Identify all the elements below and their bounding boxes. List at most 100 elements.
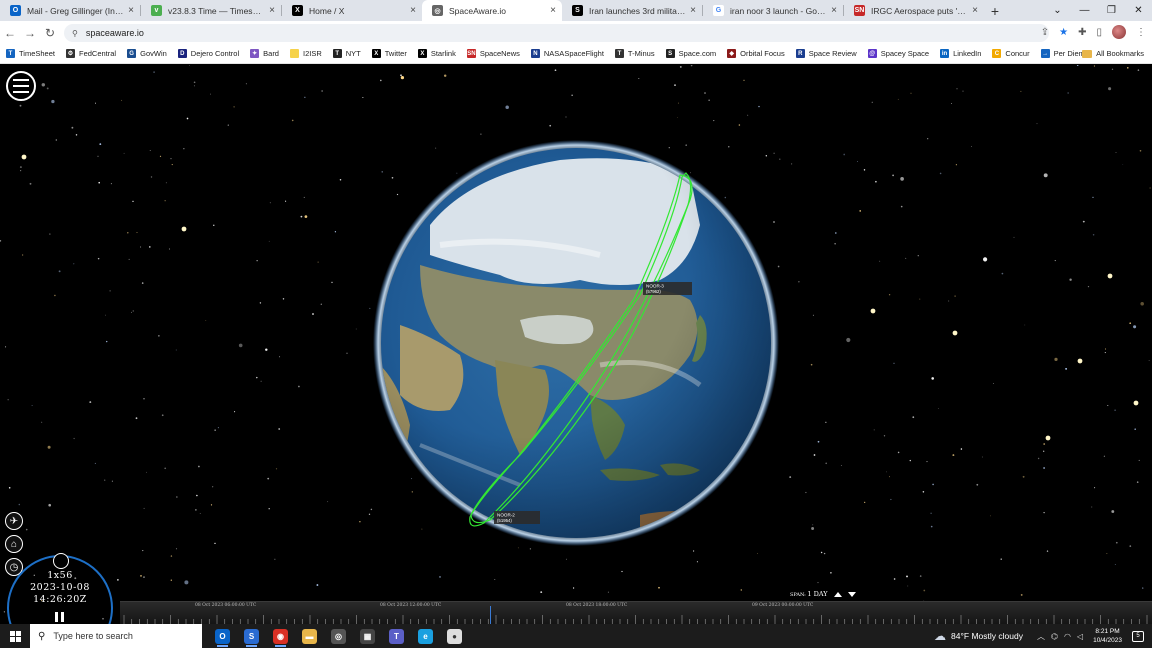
minimize-icon[interactable]: —	[1071, 5, 1098, 16]
sat-id: (51954)	[497, 518, 512, 523]
bookmark-item[interactable]: T T-Minus	[614, 49, 655, 58]
bookmark-star-icon[interactable]: ★	[1059, 27, 1068, 38]
side-panel-icon[interactable]: ▯	[1096, 27, 1102, 38]
close-window-icon[interactable]: ✕	[1125, 5, 1152, 16]
close-tab-icon[interactable]: ×	[128, 5, 134, 16]
sn-icon: SN	[854, 5, 865, 16]
bookmark-label: Spacey Space	[880, 49, 930, 58]
new-tab-icon[interactable]: +	[984, 0, 1006, 21]
outlook-app-icon[interactable]: O	[208, 624, 237, 648]
url-text: spaceaware.io	[85, 28, 144, 38]
browser-tab[interactable]: O Mail - Greg Gillinger (Integrity U ×	[0, 0, 140, 21]
browser-tab[interactable]: X Home / X ×	[282, 0, 422, 21]
profile-avatar[interactable]	[1112, 25, 1126, 39]
close-tab-icon[interactable]: ×	[690, 5, 696, 16]
restore-icon[interactable]: ❐	[1098, 5, 1125, 16]
share-icon[interactable]: ⇪	[1041, 27, 1049, 38]
menu-bar	[13, 79, 29, 81]
browser-tab[interactable]: SN IRGC Aerospace puts 'Noor-3' in×	[844, 0, 984, 21]
bookmark-item[interactable]: N NASASpaceFlight	[530, 49, 604, 58]
extensions-icon[interactable]: ✚	[1078, 27, 1086, 38]
bookmark-item[interactable]: C Concur	[992, 49, 1030, 58]
bookmark-item[interactable]: → Per Diem	[1040, 49, 1085, 58]
bookmark-label: Concur	[1005, 49, 1030, 58]
close-tab-icon[interactable]: ×	[410, 5, 416, 16]
network-icon[interactable]: ⌬	[1051, 632, 1058, 641]
app-glyph: e	[418, 628, 433, 644]
bookmark-item[interactable]: X Starlink	[417, 49, 456, 58]
tab-search-icon[interactable]: ⌄	[1044, 5, 1071, 16]
back-icon[interactable]: ←	[0, 26, 20, 40]
home-view-button[interactable]: ⌂	[5, 535, 23, 553]
app-glyph: ◎	[331, 628, 346, 644]
site-info-icon[interactable]: ⚲	[72, 29, 78, 38]
close-tab-icon[interactable]: ×	[269, 5, 275, 16]
bookmark-item[interactable]: ✦ Bard	[250, 49, 279, 58]
bookmark-item[interactable]: T TimeSheet	[6, 49, 55, 58]
bookmark-item[interactable]: S Space.com	[665, 49, 716, 58]
chrome-app-icon[interactable]: ◉	[266, 624, 295, 648]
tray-date: 10/4/2023	[1093, 637, 1122, 644]
volume-icon[interactable]: ◁	[1077, 632, 1083, 641]
forward-icon[interactable]: →	[20, 26, 40, 40]
browser-tab[interactable]: v v23.8.3 Time — Timesheet for G ×	[141, 0, 281, 21]
bookmark-favicon-icon: ◆	[727, 49, 737, 58]
close-tab-icon[interactable]: ×	[550, 5, 556, 16]
timeline-bar[interactable]: 08 Oct 2023 06:00:00 UTC 08 Oct 2023 12:0…	[120, 601, 1152, 624]
satellite-tool-button[interactable]: ✈	[5, 512, 23, 530]
bookmarks-bar: T TimeSheet ⚙ FedCentral G GovWin D Dejero Cont…	[0, 44, 1152, 64]
teams-icon[interactable]: T	[382, 624, 411, 648]
weather-widget[interactable]: ☁ 84°F Mostly cloudy	[934, 629, 1023, 643]
bookmark-item[interactable]: SN SpaceNews	[466, 49, 520, 58]
bookmark-label: NASASpaceFlight	[543, 49, 604, 58]
speed-knob[interactable]	[53, 553, 69, 569]
bookmark-item[interactable]: T NYT	[332, 49, 361, 58]
bookmark-item[interactable]: ⚙ FedCentral	[66, 49, 116, 58]
bookmark-favicon-icon: ✦	[250, 49, 260, 58]
globe-app-icon[interactable]: ◎	[324, 624, 353, 648]
bookmark-favicon-icon: S	[665, 49, 675, 58]
bookmark-item[interactable]: G GovWin	[127, 49, 167, 58]
all-bookmarks-button[interactable]: All Bookmarks	[1082, 49, 1144, 58]
bookmark-item[interactable]: ◆ Orbital Focus	[727, 49, 785, 58]
menu-bar	[13, 85, 29, 87]
tray-clock[interactable]: 8:21 PM 10/4/2023	[1093, 627, 1122, 645]
browser-tab[interactable]: ◎ SpaceAware.io ×	[422, 0, 562, 21]
notification-icon[interactable]: 5	[1132, 630, 1144, 642]
bookmark-item[interactable]: in LinkedIn	[940, 49, 981, 58]
bookmark-item[interactable]: D Dejero Control	[177, 49, 239, 58]
pause-icon[interactable]	[55, 612, 64, 622]
wifi-icon[interactable]: ◠	[1064, 632, 1071, 641]
globe-viewer[interactable]: NOOR-3 (57962) NOOR-2 (51954) ✈ ⌂ ◷ 1x56…	[0, 65, 1152, 624]
url-field[interactable]: ⚲ spaceaware.io	[64, 24, 1049, 42]
bookmark-item[interactable]: I2ISR	[289, 49, 322, 58]
file-explorer-icon[interactable]: ▬	[295, 624, 324, 648]
reload-icon[interactable]: ↻	[40, 26, 60, 40]
app-glyph: ◉	[273, 628, 288, 644]
close-tab-icon[interactable]: ×	[831, 5, 837, 16]
bookmark-favicon-icon: D	[177, 49, 187, 58]
tray-overflow-icon[interactable]: ︿	[1037, 631, 1045, 642]
tab-title: iran noor 3 launch - Google Sea	[730, 5, 827, 16]
start-button[interactable]	[0, 624, 30, 648]
browser-tab[interactable]: S Iran launches 3rd military satelli ×	[562, 0, 702, 21]
chat-app-icon[interactable]: ●	[440, 624, 469, 648]
bookmark-item[interactable]: R Space Review	[795, 49, 857, 58]
bookmark-item[interactable]: @ Spacey Space	[867, 49, 930, 58]
bookmark-item[interactable]: X Twitter	[371, 49, 407, 58]
timeline-cursor[interactable]	[490, 606, 491, 624]
sat-label-noor-3[interactable]: NOOR-3 (57962)	[643, 282, 692, 295]
s-app-icon[interactable]: S	[237, 624, 266, 648]
span-decrease-icon[interactable]	[847, 591, 856, 597]
browser-tab[interactable]: Giran noor 3 launch - Google Sea ×	[703, 0, 843, 21]
sat-label-noor-2[interactable]: NOOR-2 (51954)	[494, 511, 540, 524]
bookmark-label: NYT	[345, 49, 361, 58]
calculator-icon[interactable]: ▦	[353, 624, 382, 648]
span-increase-icon[interactable]	[833, 591, 842, 597]
taskbar-search[interactable]: ⚲ Type here to search	[30, 624, 202, 648]
browser-menu-icon[interactable]: ⋮	[1136, 27, 1146, 38]
edge-icon[interactable]: e	[411, 624, 440, 648]
close-tab-icon[interactable]: ×	[972, 5, 978, 16]
bookmark-favicon-icon	[289, 49, 299, 58]
hamburger-menu-button[interactable]	[6, 71, 36, 101]
